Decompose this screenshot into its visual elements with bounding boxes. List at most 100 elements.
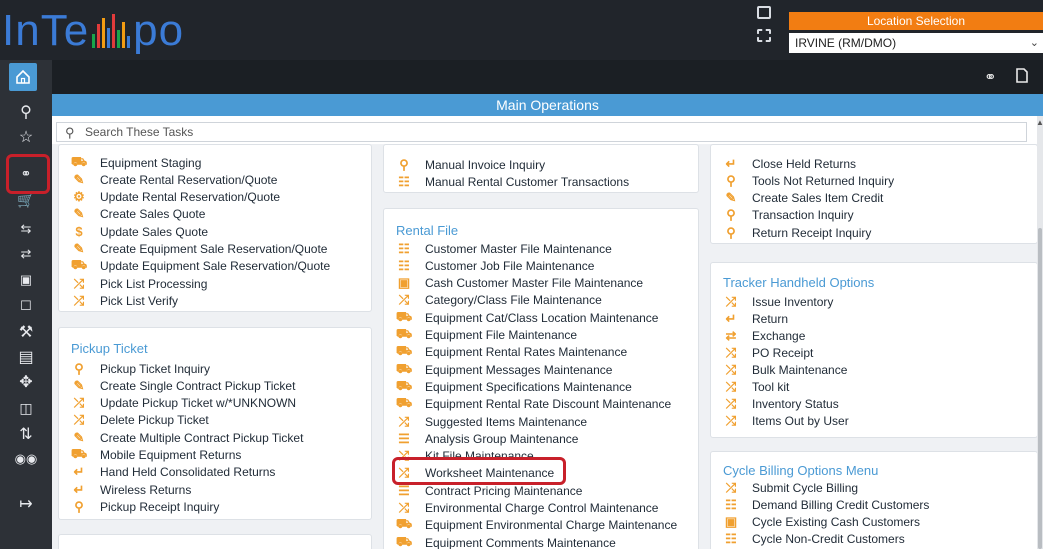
search-placeholder: Search These Tasks	[85, 125, 194, 139]
task-item[interactable]: ↵ Hand Held Consolidated Returns	[71, 464, 276, 481]
task-item[interactable]: ⇄ Exchange	[723, 327, 806, 344]
search-tasks-input[interactable]: ⚲ Search These Tasks	[56, 122, 1027, 142]
card-title-tracker-handheld: Tracker Handheld Options	[723, 275, 875, 290]
nav-finance[interactable]: ◉◉	[0, 445, 52, 473]
task-item[interactable]: ⛟ Equipment Specifications Maintenance	[396, 378, 632, 395]
task-item[interactable]: ✎ Create Rental Reservation/Quote	[71, 171, 278, 188]
scrollbar-thumb[interactable]	[1038, 228, 1042, 549]
task-item-label: Cash Customer Master File Maintenance	[425, 276, 644, 291]
document-icon[interactable]	[1016, 68, 1028, 87]
task-item[interactable]: ⤮ Update Pickup Ticket w/*UNKNOWN	[71, 395, 296, 412]
task-item[interactable]: ⤮ Pick List Verify	[71, 292, 178, 309]
task-item-label: Manual Rental Customer Transactions	[425, 174, 630, 189]
task-item[interactable]: ▣ Cash Customer Master File Maintenance	[396, 275, 643, 292]
scroll-up-icon[interactable]: ▲	[1036, 118, 1043, 127]
task-item[interactable]: ☰ Analysis Group Maintenance	[396, 430, 578, 447]
logo-bars	[91, 14, 131, 48]
task-item[interactable]: ⤮ Issue Inventory	[723, 293, 834, 310]
task-item[interactable]: ⤮ Delete Pickup Ticket	[71, 412, 209, 429]
task-item[interactable]: ⛟ Equipment Rental Rates Maintenance	[396, 343, 628, 361]
task-item[interactable]: ☷ Customer Master File Maintenance	[396, 240, 612, 257]
pencil-icon: ✎	[73, 377, 85, 393]
task-item[interactable]: ⤮ PO Receipt	[723, 344, 814, 361]
task-item[interactable]: ✎ Create Single Contract Pickup Ticket	[71, 377, 296, 394]
nav-transfers-out[interactable]: ⇄	[0, 240, 52, 268]
task-item[interactable]: ⤮ Category/Class File Maintenance	[396, 292, 602, 309]
nav-home[interactable]	[9, 63, 37, 91]
search-icon: ⚲	[74, 498, 84, 514]
logout-icon: ↦	[19, 496, 33, 513]
task-item[interactable]: ⤮ Pick List Processing	[71, 275, 208, 292]
location-selection-label: Location Selection	[789, 12, 1043, 30]
task-item[interactable]: ⛟ Equipment File Maintenance	[396, 326, 578, 344]
task-item[interactable]: ⚲ Pickup Ticket Inquiry	[71, 360, 210, 377]
nav-move[interactable]: ✥	[0, 368, 52, 396]
highlight-box-worksheet	[392, 457, 566, 485]
task-item[interactable]: ✎ Create Sales Item Credit	[723, 190, 884, 207]
nav-favorites[interactable]: ☆	[0, 123, 52, 151]
people-icon: ☷	[725, 531, 737, 547]
task-item-label: Equipment Rental Rates Maintenance	[425, 345, 628, 360]
restore-window-icon[interactable]	[757, 6, 771, 19]
search-icon: ⚲	[726, 172, 736, 188]
nav-service[interactable]: ⚒	[0, 318, 52, 346]
task-item[interactable]: ⤮ Environmental Charge Control Maintenanc…	[396, 500, 659, 517]
task-item-label: Cycle Non-Credit Customers	[752, 532, 905, 547]
intempo-logo[interactable]: InTe po	[2, 8, 184, 54]
task-item[interactable]: ⛟ Equipment Staging	[70, 153, 202, 171]
task-item[interactable]: ⤮ Items Out by User	[723, 413, 849, 430]
nav-transfers-in[interactable]: ⇆	[0, 215, 52, 243]
truck-icon: ⛟	[70, 257, 88, 273]
nav-logout[interactable]: ↦	[0, 490, 52, 518]
nav-delete[interactable]: ◫	[0, 394, 52, 422]
fullscreen-icon[interactable]	[757, 29, 771, 42]
truck-icon: ⛟	[70, 153, 88, 169]
task-item[interactable]: ⤮ Inventory Status	[723, 396, 839, 413]
task-item[interactable]: ⛟ Equipment Rental Rate Discount Maintena…	[396, 395, 671, 413]
task-item[interactable]: ⚲ Manual Invoice Inquiry	[396, 156, 545, 173]
shuffle-icon: ⤮	[725, 293, 737, 309]
task-item[interactable]: ⛟ Update Equipment Sale Reservation/Quote	[70, 257, 330, 275]
task-item[interactable]: ⚲ Tools Not Returned Inquiry	[723, 172, 894, 189]
task-item[interactable]: ⚙ Update Rental Reservation/Quote	[71, 189, 280, 206]
nav-search[interactable]: ⚲	[0, 98, 52, 126]
nav-billing[interactable]: ▣	[0, 266, 52, 294]
location-select[interactable]: IRVINE (RM/DMO) ⌄	[789, 33, 1043, 53]
task-item[interactable]: ⛟ Equipment Messages Maintenance	[396, 361, 613, 378]
task-item[interactable]: ✎ Create Sales Quote	[71, 206, 206, 223]
nav-repeat[interactable]: ⇅	[0, 420, 52, 448]
task-item-label: Customer Job File Maintenance	[425, 258, 595, 273]
task-item[interactable]: ⤮ Submit Cycle Billing	[723, 479, 858, 496]
task-item[interactable]: ⚲ Transaction Inquiry	[723, 207, 853, 224]
task-item[interactable]: ✎ Create Equipment Sale Reservation/Quote	[71, 241, 328, 258]
task-item[interactable]: ↵ Wireless Returns	[71, 481, 192, 498]
task-item[interactable]: ⛟ Equipment Comments Maintenance	[396, 534, 616, 549]
location-select-value: IRVINE (RM/DMO)	[795, 36, 897, 50]
task-item[interactable]: ⤮ Bulk Maintenance	[723, 361, 848, 378]
task-item[interactable]: ☷ Cycle Non-Credit Customers	[723, 531, 905, 548]
task-item[interactable]: ⚲ Return Receipt Inquiry	[723, 224, 871, 241]
link-icon[interactable]: ⚭	[984, 68, 997, 86]
task-item-label: Tools Not Returned Inquiry	[752, 173, 895, 188]
task-item[interactable]: ⛟ Equipment Cat/Class Location Maintenanc…	[396, 309, 659, 326]
task-item-label: Equipment File Maintenance	[425, 328, 578, 342]
task-item[interactable]: ↵ Close Held Returns	[723, 155, 857, 172]
task-item[interactable]: ☷ Customer Job File Maintenance	[396, 257, 594, 274]
task-item[interactable]: ⛟ Equipment Environmental Charge Maintena…	[396, 516, 677, 534]
nav-inquiry[interactable]: ☐	[0, 292, 52, 320]
trash-icon: ◫	[19, 399, 33, 416]
task-item[interactable]: ↵ Return	[723, 310, 788, 327]
task-item[interactable]: $ Update Sales Quote	[71, 223, 208, 240]
task-item[interactable]: ⛟ Mobile Equipment Returns	[71, 446, 242, 464]
task-item[interactable]: ▣ Cycle Existing Cash Customers	[723, 513, 920, 530]
task-item[interactable]: ⚲ Pickup Receipt Inquiry	[71, 498, 219, 515]
task-item-label: Return Receipt Inquiry	[752, 225, 872, 240]
task-item[interactable]: ☷ Manual Rental Customer Transactions	[396, 173, 629, 190]
task-item[interactable]: ☷ Demand Billing Credit Customers	[723, 496, 929, 513]
task-item[interactable]: ⤮ Tool kit	[723, 379, 790, 396]
task-item[interactable]: ⤮ Suggested Items Maintenance	[396, 413, 587, 430]
task-item[interactable]: ✎ Create Multiple Contract Pickup Ticket	[71, 429, 304, 446]
task-item-label: Update Rental Reservation/Quote	[100, 190, 281, 205]
return-icon: ↵	[73, 464, 85, 480]
nav-security[interactable]: ▤	[0, 343, 52, 371]
